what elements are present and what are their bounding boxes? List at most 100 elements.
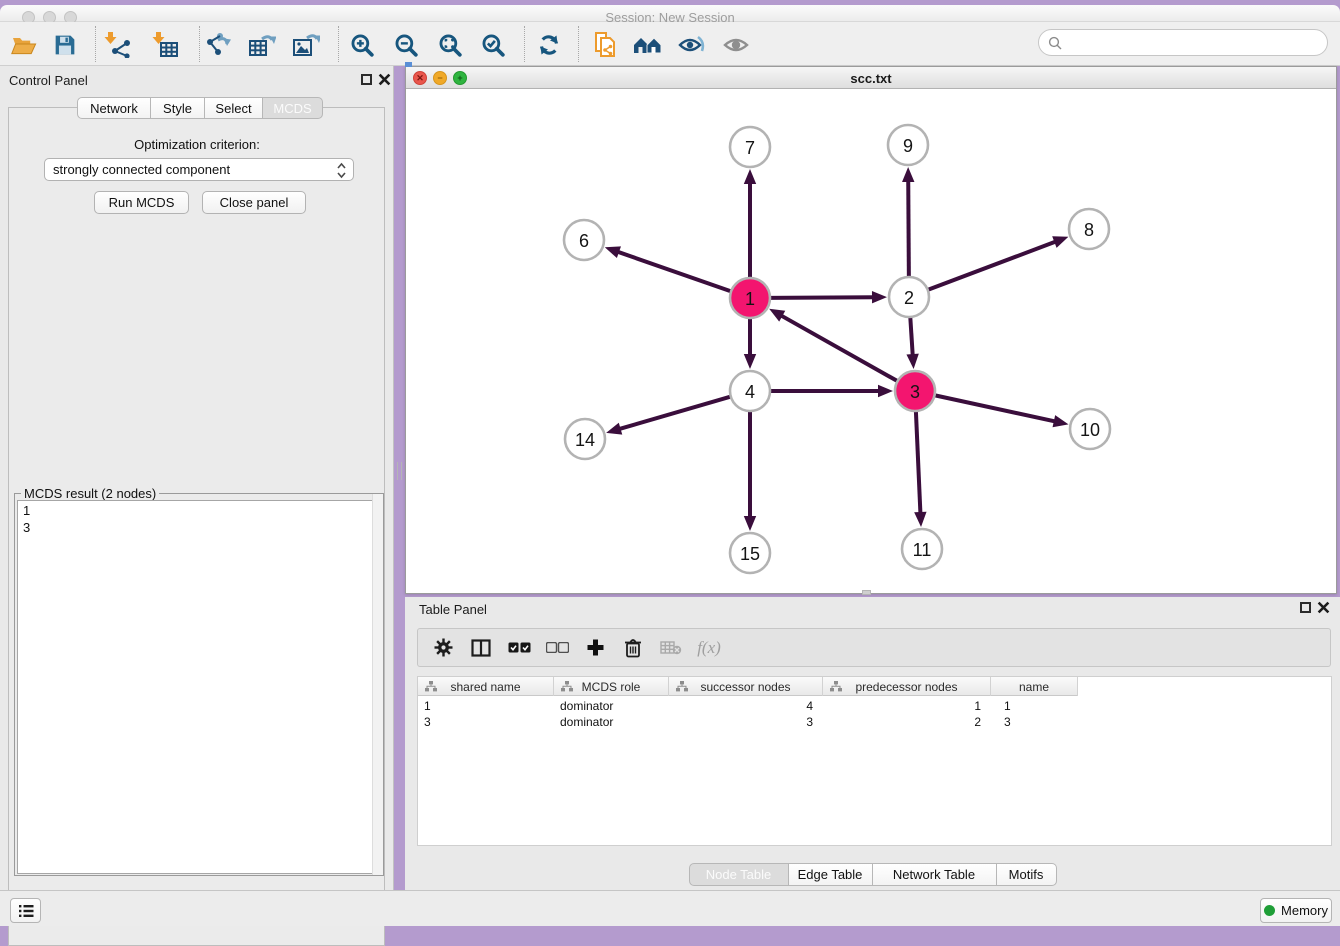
search-input[interactable] (1038, 29, 1328, 56)
edge-3-1[interactable] (780, 315, 897, 381)
delete-column-button[interactable] (614, 638, 652, 658)
cell-name: 3 (991, 714, 1078, 730)
column-header-MCDS-role[interactable]: MCDS role (554, 677, 669, 696)
node-label-3: 3 (910, 382, 920, 402)
criterion-dropdown[interactable]: strongly connected component (44, 158, 354, 181)
table-settings-button[interactable] (424, 638, 462, 657)
show-columns-button[interactable] (462, 639, 500, 657)
network-canvas[interactable]: 1234678910111415 (406, 89, 1336, 593)
canvas-resize-grip[interactable] (862, 590, 871, 595)
hide-selected-button[interactable] (674, 30, 710, 60)
panel-splitter-grip[interactable] (397, 462, 402, 480)
cytoscape-app: Session: New Session (0, 0, 1340, 926)
zoom-fit-button[interactable] (432, 30, 468, 60)
cell-successor-nodes: 3 (669, 714, 823, 730)
edge-1-2[interactable] (770, 297, 874, 298)
memory-button[interactable]: Memory (1260, 898, 1332, 923)
node-table[interactable]: shared nameMCDS rolesuccessor nodesprede… (417, 676, 1332, 846)
import-network-button[interactable] (100, 30, 136, 60)
result-scrollbar[interactable] (372, 494, 383, 875)
fx-icon: f(x) (697, 638, 721, 658)
tab-network[interactable]: Network (77, 97, 151, 119)
edge-arrowhead (914, 512, 926, 527)
edge-2-3[interactable] (910, 317, 912, 356)
run-mcds-button[interactable]: Run MCDS (94, 191, 189, 214)
open-file-button[interactable] (6, 30, 42, 60)
import-table-button[interactable] (148, 30, 184, 60)
delete-table-button[interactable] (652, 641, 690, 655)
table-row[interactable]: 3dominator323 (418, 714, 1078, 730)
network-window-titlebar[interactable]: ✕ − + scc.txt (406, 67, 1336, 89)
first-neighbors-button[interactable] (630, 30, 666, 60)
create-column-button[interactable] (576, 638, 614, 657)
control-panel-tabs: NetworkStyleSelectMCDS (77, 97, 323, 119)
select-all-columns-button[interactable] (500, 642, 538, 653)
unchecked-boxes-icon (546, 642, 569, 653)
edge-3-10[interactable] (935, 395, 1056, 421)
apply-layout-button[interactable] (531, 30, 567, 60)
node-label-10: 10 (1080, 420, 1100, 440)
table-row[interactable]: 1dominator411 (418, 698, 1078, 714)
status-bar: Memory (0, 890, 1340, 926)
edge-arrowhead (872, 291, 887, 303)
mcds-result-list[interactable]: 1 3 (17, 500, 381, 874)
close-table-panel-icon[interactable] (1317, 601, 1330, 614)
task-history-button[interactable] (10, 898, 41, 923)
function-builder-button[interactable]: f(x) (690, 638, 728, 658)
edge-arrowhead (744, 354, 756, 369)
edge-2-9[interactable] (908, 180, 909, 277)
window-titlebar: Session: New Session (0, 5, 1340, 22)
tab-motifs[interactable]: Motifs (997, 863, 1057, 886)
export-table-icon (248, 32, 276, 58)
close-panel-icon[interactable] (378, 73, 391, 86)
export-network-button[interactable] (200, 30, 236, 60)
clone-network-button[interactable] (587, 30, 623, 60)
plus-icon (586, 638, 605, 657)
close-panel-button[interactable]: Close panel (202, 191, 306, 214)
tab-style[interactable]: Style (151, 97, 205, 119)
tab-node-table[interactable]: Node Table (689, 863, 789, 886)
memory-status-icon (1264, 905, 1275, 916)
unselect-all-columns-button[interactable] (538, 642, 576, 653)
mcds-result-title: MCDS result (2 nodes) (21, 486, 159, 501)
edge-arrowhead (1052, 236, 1068, 248)
save-session-icon (54, 34, 76, 56)
column-header-predecessor-nodes[interactable]: predecessor nodes (823, 677, 991, 696)
tab-select[interactable]: Select (205, 97, 263, 119)
edge-arrowhead (605, 246, 621, 258)
control-panel-header: Control Panel (0, 66, 393, 96)
hide-selected-icon (678, 34, 706, 56)
export-table-button[interactable] (244, 30, 280, 60)
zoom-in-button[interactable] (344, 30, 380, 60)
zoom-out-button[interactable] (388, 30, 424, 60)
export-image-button[interactable] (288, 30, 324, 60)
column-header-successor-nodes[interactable]: successor nodes (669, 677, 823, 696)
edge-4-14[interactable] (619, 397, 731, 430)
open-file-icon (11, 34, 37, 56)
tab-network-table[interactable]: Network Table (873, 863, 997, 886)
criterion-value: strongly connected component (53, 162, 230, 177)
trash-icon (624, 638, 642, 658)
table-panel-tabs: Node TableEdge TableNetwork TableMotifs (405, 863, 1340, 886)
zoom-selected-button[interactable] (475, 30, 511, 60)
node-label-6: 6 (579, 231, 589, 251)
edge-2-8[interactable] (928, 241, 1057, 290)
float-table-panel-icon[interactable] (1300, 602, 1311, 613)
network-graph[interactable]: 1234678910111415 (406, 89, 1336, 593)
table-toolbar: f(x) (417, 628, 1331, 667)
tab-edge-table[interactable]: Edge Table (789, 863, 873, 886)
float-panel-icon[interactable] (361, 74, 372, 85)
column-header-shared-name[interactable]: shared name (418, 677, 554, 696)
edge-3-11[interactable] (916, 411, 921, 514)
edge-1-6[interactable] (617, 252, 731, 292)
edge-arrowhead (902, 167, 914, 182)
save-session-button[interactable] (47, 30, 83, 60)
import-network-icon (104, 32, 132, 58)
node-label-11: 11 (913, 540, 932, 560)
node-label-4: 4 (745, 382, 755, 402)
zoom-selected-icon (481, 33, 505, 57)
show-all-button[interactable] (718, 30, 754, 60)
edge-arrowhead (606, 423, 622, 435)
column-header-name[interactable]: name (991, 677, 1078, 696)
tab-mcds[interactable]: MCDS (263, 97, 323, 119)
